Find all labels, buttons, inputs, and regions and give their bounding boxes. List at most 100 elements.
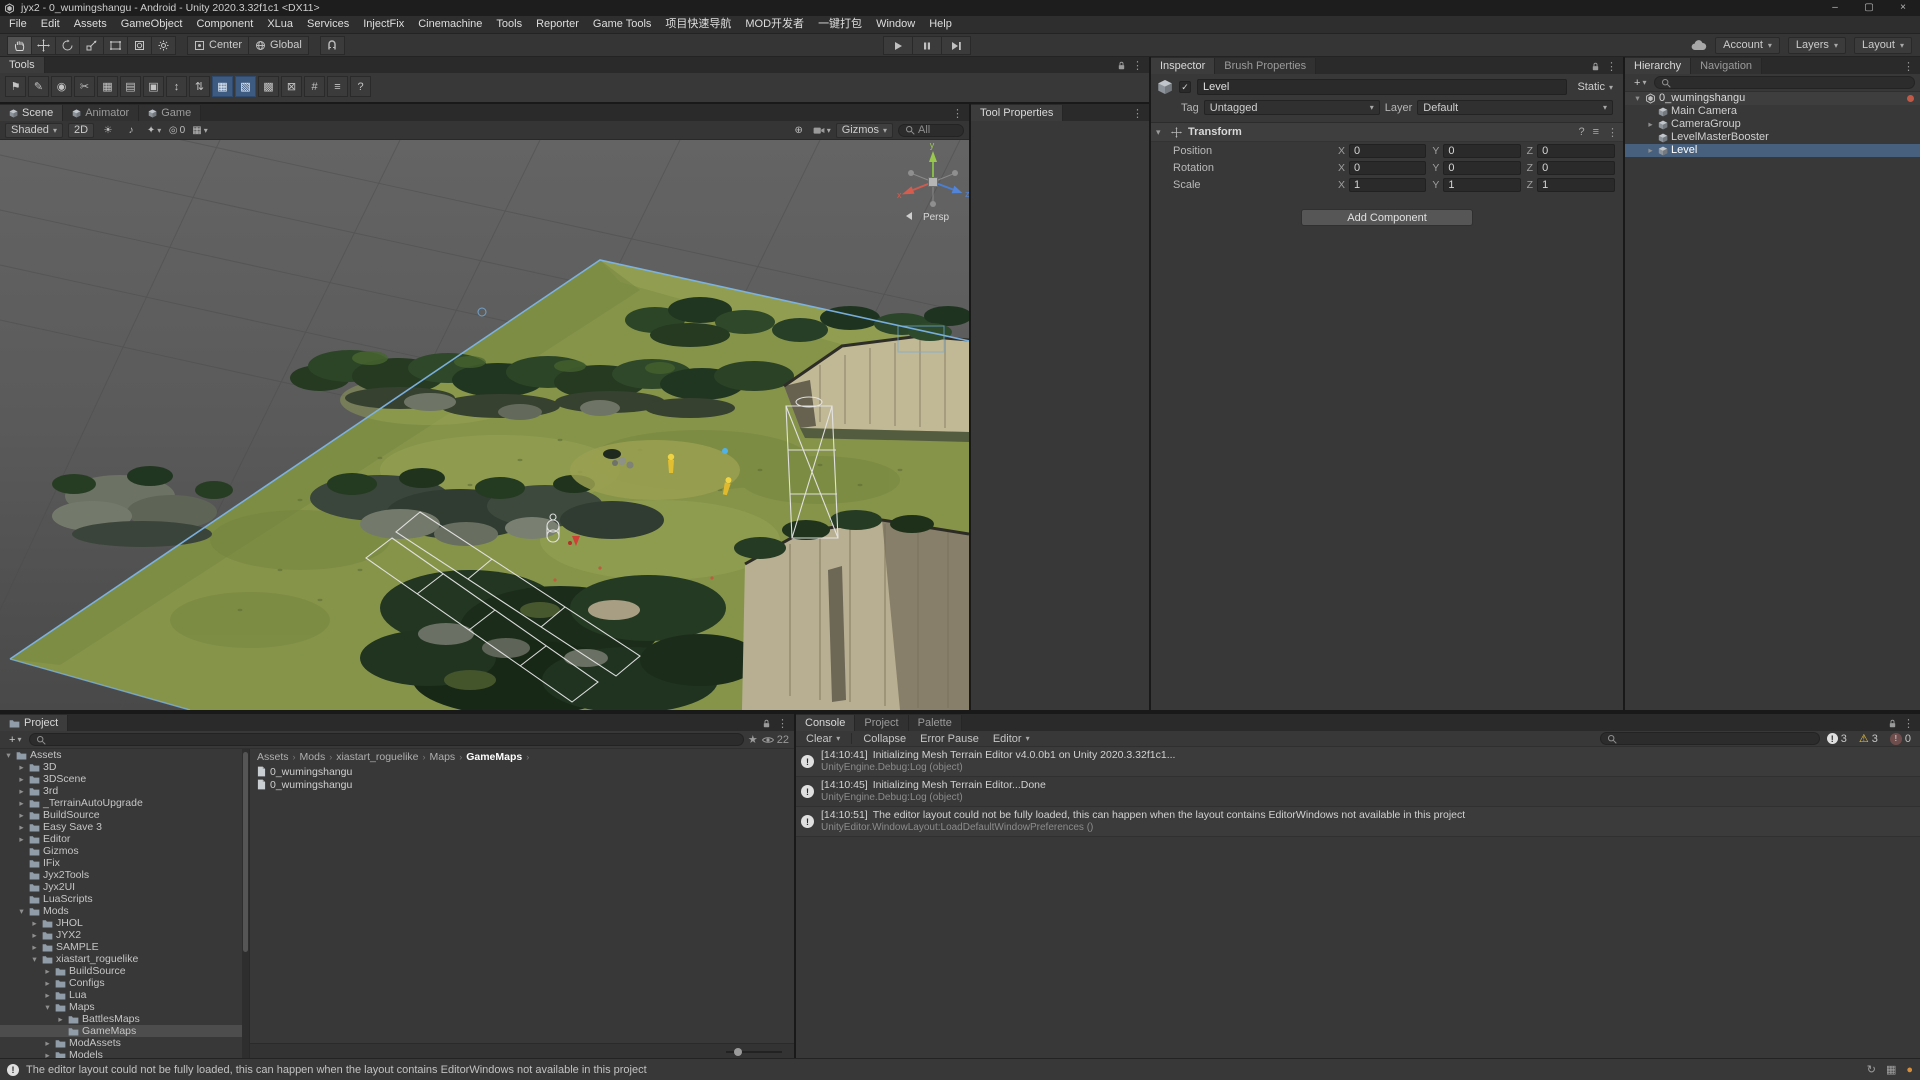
scene-view-tab[interactable]: Scene (0, 105, 64, 121)
icon-size-slider[interactable] (726, 1047, 782, 1056)
folder-tree-item[interactable]: ▸ 3DScene (0, 773, 249, 785)
rect-tool-icon[interactable] (103, 35, 128, 55)
swap-tool-icon[interactable]: ⇅ (189, 76, 210, 97)
folder-tree-item[interactable]: ▸ Configs (0, 977, 249, 989)
scene-fx-icon[interactable]: ✦ ▾ (145, 123, 163, 138)
foldout-icon[interactable]: ▸ (43, 965, 52, 977)
layout-dropdown[interactable]: Layout ▾ (1853, 36, 1912, 54)
lock-icon[interactable] (1117, 61, 1126, 70)
tool-handle-icon[interactable]: ⊕ (790, 123, 808, 138)
tag-dropdown[interactable]: Untagged ▾ (1203, 100, 1380, 115)
maximize-button[interactable]: ▢ (1852, 0, 1886, 16)
help-icon[interactable]: ? (1578, 126, 1584, 138)
inspector-tab[interactable]: Brush Properties (1215, 58, 1317, 74)
scene-canvas[interactable]: y x z Persp (0, 140, 969, 710)
foldout-icon[interactable]: ▾ (4, 749, 13, 761)
foldout-icon[interactable]: ▸ (17, 773, 26, 785)
project-tab[interactable]: Project (0, 715, 69, 731)
create-asset-button[interactable]: + ▾ (5, 733, 25, 747)
folder-tree-item[interactable]: ▸ 3D (0, 761, 249, 773)
folder-tree-item[interactable]: ▸ BattlesMaps (0, 1013, 249, 1025)
vector-component-field[interactable]: Z 1 (1527, 178, 1615, 192)
folder-tree-item[interactable]: Gizmos (0, 845, 249, 857)
wire-grid-tool-icon[interactable]: ▧ (235, 76, 256, 97)
foldout-icon[interactable]: ▸ (1646, 118, 1655, 131)
lock-icon[interactable] (1888, 719, 1897, 728)
menu-item[interactable]: Services (300, 16, 356, 33)
foldout-icon[interactable]: ▸ (43, 1037, 52, 1049)
foldout-icon[interactable]: ▸ (17, 797, 26, 809)
foldout-icon[interactable]: ▸ (30, 917, 39, 929)
vector-component-field[interactable]: X 0 (1338, 144, 1427, 158)
refresh-status-icon[interactable]: ↻ (1867, 1063, 1876, 1076)
foldout-icon[interactable]: ▾ (1633, 92, 1642, 105)
foldout-icon[interactable]: ▾ (1156, 127, 1165, 138)
hierarchy-item[interactable]: ▸ CameraGroup (1625, 118, 1920, 131)
transform-tool-icon[interactable] (127, 35, 152, 55)
console-tab[interactable]: Project (855, 715, 909, 731)
collapse-button[interactable]: Collapse (857, 732, 912, 746)
scene-audio-icon[interactable]: ♪ (122, 123, 140, 138)
space-toggle-button[interactable]: Global (248, 35, 309, 55)
close-button[interactable]: × (1886, 0, 1920, 16)
folder-tree-item[interactable]: Jyx2Tools (0, 869, 249, 881)
panel-menu-icon[interactable]: ⋮ (1606, 60, 1617, 73)
menu-item[interactable]: XLua (260, 16, 300, 33)
menu-item[interactable]: MOD开发者 (738, 16, 811, 33)
scene-grid-icon[interactable]: ▦ ▾ (191, 123, 209, 138)
flag-tool-icon[interactable]: ⚑ (5, 76, 26, 97)
stamp-tool-icon[interactable]: ▣ (143, 76, 164, 97)
foldout-icon[interactable]: ▸ (30, 941, 39, 953)
rotate-tool-icon[interactable] (55, 35, 80, 55)
folder-tree-item[interactable]: ▸ Models (0, 1049, 249, 1058)
folder-tree-item[interactable]: ▸ Lua (0, 989, 249, 1001)
folder-tree-item[interactable]: ▾ Mods (0, 905, 249, 917)
log-count-toggle[interactable]: ! 3 (1822, 733, 1852, 745)
folder-tree-item[interactable]: ▾ xiastart_roguelike (0, 953, 249, 965)
clear-button[interactable]: Clear ▾ (800, 732, 846, 746)
vector-component-field[interactable]: X 0 (1338, 161, 1427, 175)
cloud-collab-icon[interactable] (1691, 39, 1707, 51)
folder-tree-item[interactable]: ▸ JYX2 (0, 929, 249, 941)
vector-component-field[interactable]: Y 0 (1432, 144, 1521, 158)
folder-tree-item[interactable]: ▾ Assets (0, 749, 249, 761)
panel-menu-icon[interactable]: ⋮ (1903, 60, 1914, 73)
folder-tree-item[interactable]: ▸ JHOL (0, 917, 249, 929)
scale-tool-icon[interactable] (79, 35, 104, 55)
error-count-toggle[interactable]: ! 0 (1885, 732, 1916, 745)
inspector-tab[interactable]: Inspector (1151, 58, 1216, 74)
folder-tree-item[interactable]: ▸ BuildSource (0, 809, 249, 821)
minimize-button[interactable]: – (1818, 0, 1852, 16)
menu-item[interactable]: Help (922, 16, 959, 33)
foldout-icon[interactable]: ▾ (43, 1001, 52, 1013)
status-message[interactable]: The editor layout could not be fully loa… (26, 1064, 647, 1076)
scene-camera-icon[interactable]: ▾ (813, 123, 831, 138)
vector-component-field[interactable]: Z 0 (1527, 161, 1615, 175)
mesh-grid-tool-icon[interactable]: ▦ (212, 76, 233, 97)
breadcrumb-item[interactable]: GameMaps (466, 751, 522, 763)
menu-item[interactable]: 项目快速导航 (658, 16, 738, 33)
hash-tool-icon[interactable]: # (304, 76, 325, 97)
static-dropdown[interactable]: Static ▾ (1573, 81, 1617, 93)
console-log-entry[interactable]: ! [14:10:41] Initializing Mesh Terrain Ed… (796, 747, 1920, 777)
folder-tree-item[interactable]: ▸ Editor (0, 833, 249, 845)
foldout-icon[interactable]: ▸ (43, 1049, 52, 1058)
terrain-tool-icon[interactable]: ▤ (120, 76, 141, 97)
asset-item[interactable]: 0_wumingshangu (250, 778, 794, 791)
build-status-icon[interactable]: ▦ (1886, 1063, 1896, 1076)
hierarchy-tab[interactable]: Hierarchy (1625, 58, 1692, 74)
foldout-icon[interactable]: ▸ (30, 929, 39, 941)
foldout-icon[interactable]: ▸ (17, 785, 26, 797)
foldout-icon[interactable]: ▾ (30, 953, 39, 965)
folder-tree-item[interactable]: ▾ Maps (0, 1001, 249, 1013)
persp-label[interactable]: Persp (923, 212, 950, 223)
raise-lower-tool-icon[interactable]: ↕ (166, 76, 187, 97)
lock-icon[interactable] (1591, 62, 1600, 71)
grid-tool-icon[interactable]: ▦ (97, 76, 118, 97)
component-menu-icon[interactable]: ⋮ (1607, 126, 1618, 139)
presets-icon[interactable]: ≡ (1593, 126, 1599, 138)
scene-view-tab[interactable]: Animator (63, 105, 140, 121)
menu-item[interactable]: Tools (489, 16, 529, 33)
step-button[interactable] (941, 36, 971, 55)
scene-view-tab[interactable]: Game (139, 105, 202, 121)
